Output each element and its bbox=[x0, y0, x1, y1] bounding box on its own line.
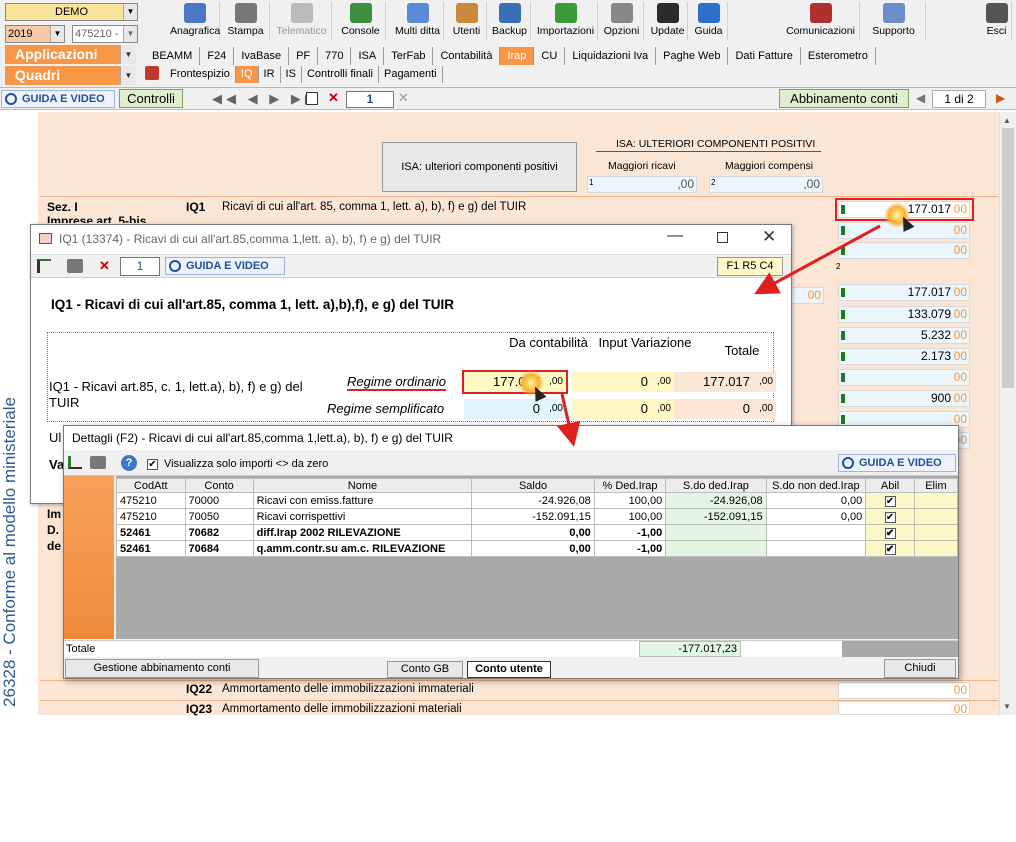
arrow-to-dialog2 bbox=[556, 393, 581, 447]
arrow-to-dialog1 bbox=[754, 224, 881, 295]
annotation-arrows bbox=[556, 224, 881, 447]
